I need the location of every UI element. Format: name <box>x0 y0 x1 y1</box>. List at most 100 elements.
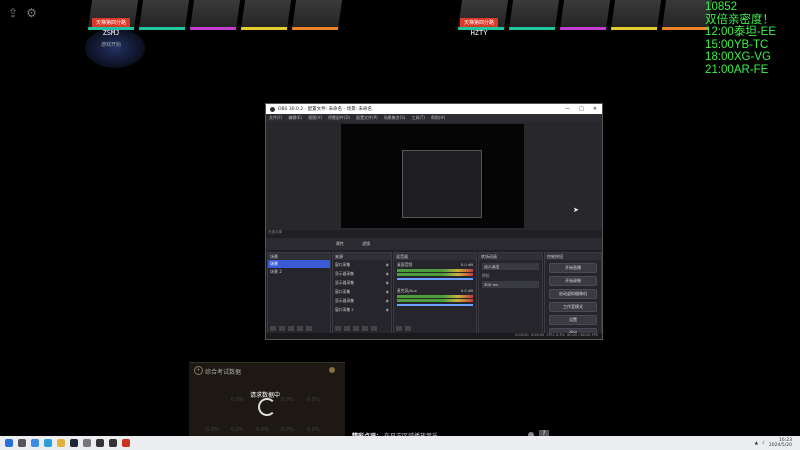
scene-item[interactable]: 场景 <box>268 260 330 268</box>
source-item[interactable]: 窗口采集 ◉ <box>333 287 391 296</box>
windows-icon[interactable] <box>5 439 13 447</box>
mouse-cursor-icon: ➤ <box>573 206 579 214</box>
hero-card <box>559 0 611 30</box>
search-icon[interactable] <box>18 439 26 447</box>
maximize-button[interactable]: □ <box>579 106 584 112</box>
duration-label: 时长 <box>482 273 490 278</box>
volume-icon[interactable]: ♪ <box>762 441 765 446</box>
minimize-button[interactable]: — <box>565 106 570 112</box>
source-item[interactable]: 窗口采集 2 ◉ <box>333 305 391 314</box>
menu-edit[interactable]: 编辑(E) <box>288 115 302 121</box>
mixer-dock-buttons <box>396 326 411 331</box>
settings-button[interactable]: 设置 <box>549 315 597 325</box>
game-icon[interactable] <box>122 439 130 447</box>
record-time: 0:00:00 <box>530 333 545 337</box>
filters-button[interactable]: 滤镜 <box>362 241 370 247</box>
edge-icon[interactable] <box>44 439 52 447</box>
start-streaming-button[interactable]: 开始直播 <box>549 263 597 273</box>
menu-tools[interactable]: 工具(T) <box>411 115 425 121</box>
terminal-icon[interactable] <box>96 439 104 447</box>
media-icon[interactable] <box>83 439 91 447</box>
nested-obs-window <box>402 150 482 218</box>
add-icon[interactable] <box>270 326 276 331</box>
transition-select[interactable]: 淡入淡出 <box>482 263 539 270</box>
hero-card-bar <box>508 27 556 30</box>
virtual-camera-button[interactable]: 启动虚拟摄像机 <box>549 289 597 299</box>
transitions-dock: 转场动画 淡入淡出 时长 300 ms <box>478 252 543 334</box>
hero-card <box>291 0 343 30</box>
gear-icon[interactable]: ⚙ <box>26 6 37 20</box>
obs-preview[interactable] <box>266 122 602 230</box>
scene-item[interactable]: 场景 2 <box>268 268 330 276</box>
player-right-name: HZTY <box>470 29 488 37</box>
source-item[interactable]: 窗口采集 ◉ <box>333 260 391 269</box>
visibility-icon[interactable]: ◉ <box>386 287 389 296</box>
start-recording-button[interactable]: 开始录制 <box>549 276 597 286</box>
channel-name: 桌面音频 <box>397 262 413 267</box>
obs-window[interactable]: OBS 30.0.2 - 配置文件: 未命名 - 场景: 未命名 — □ ✕ 文… <box>265 103 603 340</box>
add-icon[interactable] <box>335 326 341 331</box>
menu-view[interactable]: 视图(V) <box>308 115 322 121</box>
cpu-usage: CPU: 0.3% <box>546 333 565 337</box>
visibility-icon[interactable]: ◉ <box>386 278 389 287</box>
mixer-header: 混音器 <box>394 253 476 260</box>
sources-dock-buttons <box>335 326 377 331</box>
gear-icon[interactable] <box>396 326 402 331</box>
network-icon[interactable]: ▲ <box>755 441 758 446</box>
duration-input[interactable]: 300 ms <box>482 281 539 288</box>
up-icon[interactable] <box>362 326 368 331</box>
remove-icon[interactable] <box>344 326 350 331</box>
overlay-top-icons: ⇪ ⚙ <box>8 6 37 20</box>
down-icon[interactable] <box>306 326 312 331</box>
obs-title-bar[interactable]: OBS 30.0.2 - 配置文件: 未命名 - 场景: 未命名 — □ ✕ <box>266 104 602 114</box>
source-item[interactable]: 显示器采集 ◉ <box>333 269 391 278</box>
volume-slider[interactable] <box>397 278 473 280</box>
obs-icon[interactable] <box>109 439 117 447</box>
hero-card <box>508 0 560 30</box>
source-item[interactable]: 显示器采集 ◉ <box>333 296 391 305</box>
loading-spinner-icon <box>258 398 276 416</box>
visibility-icon[interactable]: ◉ <box>386 305 389 314</box>
visibility-icon[interactable]: ◉ <box>386 269 389 278</box>
schedule-line: 21:00AR-FE <box>705 63 769 76</box>
scenes-dock: 场景 场景 场景 2 <box>267 252 331 334</box>
panel-title: 综合考试数据 <box>205 369 242 376</box>
pct-value: 0.0% <box>307 397 320 403</box>
menu-profile[interactable]: 配置文件(P) <box>356 115 378 121</box>
properties-button[interactable]: 属性 <box>336 241 344 247</box>
volume-meter <box>397 273 473 276</box>
explorer-icon[interactable] <box>57 439 65 447</box>
plus-icon[interactable]: + <box>194 366 203 375</box>
pct-value: 0.0% <box>281 427 294 433</box>
close-button[interactable]: ✕ <box>593 106 597 112</box>
visibility-icon[interactable]: ◉ <box>386 296 389 305</box>
more-icon[interactable] <box>405 326 411 331</box>
studio-mode-button[interactable]: 工作室模式 <box>549 302 597 312</box>
upload-icon[interactable]: ⇪ <box>8 6 18 20</box>
hero-card-bar <box>240 27 288 30</box>
down-icon[interactable] <box>371 326 377 331</box>
player-left: 天梯第四分路 ZSMJ 游戏开始 <box>92 18 131 48</box>
visibility-icon[interactable]: ◉ <box>386 260 389 269</box>
controls-header: 控制按钮 <box>545 253 601 260</box>
source-item[interactable]: 显示器采集 ◉ <box>333 278 391 287</box>
menu-scene-collection[interactable]: 场景集合(S) <box>384 115 406 121</box>
info-icon[interactable] <box>329 367 335 373</box>
filter-icon[interactable] <box>288 326 294 331</box>
channel-level: 0.0 dB <box>460 262 473 267</box>
obs-logo-icon <box>270 106 275 112</box>
stream-time: 0:00:00 <box>515 333 529 337</box>
obs-status-bar: 0:00:00 0:00:00 CPU: 0.3% 60.00 / 60.00 … <box>266 333 602 339</box>
gear-icon[interactable] <box>353 326 359 331</box>
chrome-icon[interactable] <box>31 439 39 447</box>
obs-title-text: OBS 30.0.2 - 配置文件: 未命名 - 场景: 未命名 <box>278 107 373 112</box>
remove-icon[interactable] <box>279 326 285 331</box>
menu-docks[interactable]: 停靠部件(D) <box>328 115 350 121</box>
up-icon[interactable] <box>297 326 303 331</box>
obs-menu-bar: 文件(F) 编辑(E) 视图(V) 停靠部件(D) 配置文件(P) 场景集合(S… <box>266 114 602 122</box>
clock[interactable]: 16:23 2024/5/20 <box>769 438 792 448</box>
steam-icon[interactable] <box>70 439 78 447</box>
volume-slider[interactable] <box>397 304 473 306</box>
menu-file[interactable]: 文件(F) <box>269 115 282 121</box>
menu-help[interactable]: 帮助(H) <box>431 115 445 121</box>
